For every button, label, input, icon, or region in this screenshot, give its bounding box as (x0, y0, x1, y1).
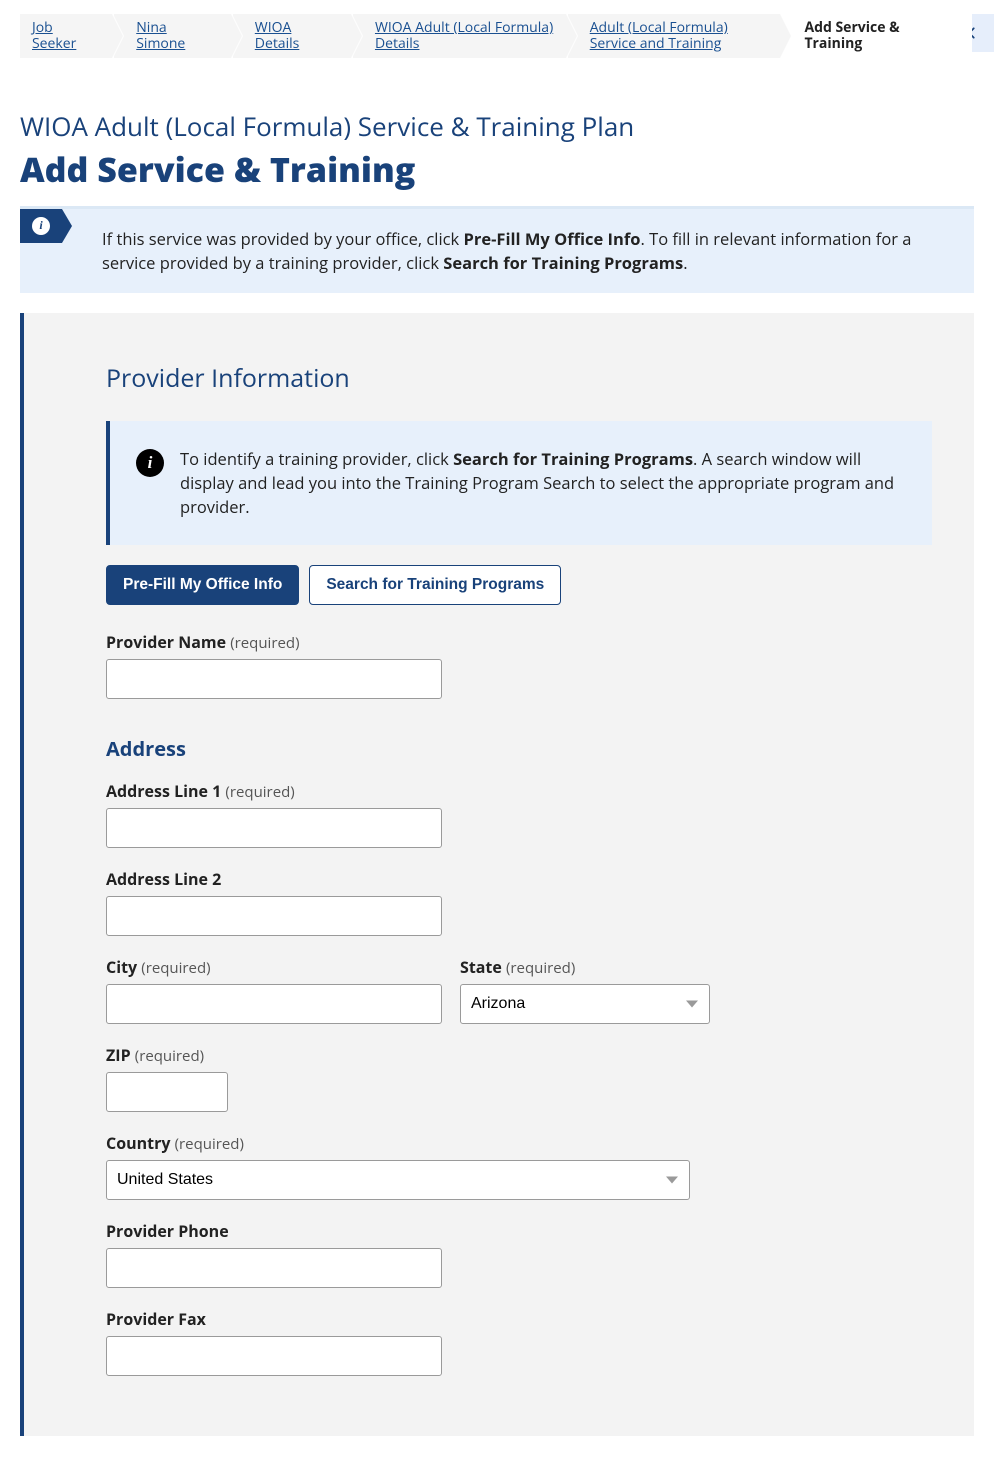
state-label: State (required) (460, 956, 710, 978)
breadcrumb-item-service-training[interactable]: Adult (Local Formula) Service and Traini… (568, 14, 781, 58)
zip-input[interactable] (106, 1072, 228, 1112)
info-banner: i If this service was provided by your o… (20, 209, 974, 293)
info-icon: i (136, 449, 164, 477)
section-address: Address (106, 735, 932, 762)
callout-text: To identify a training provider, click S… (180, 447, 906, 519)
breadcrumb-item-current: Add Service & Training (782, 14, 972, 58)
zip-label: ZIP (required) (106, 1044, 932, 1066)
address1-label: Address Line 1 (required) (106, 780, 932, 802)
page-supertitle: WIOA Adult (Local Formula) Service & Tra… (20, 108, 974, 144)
address-line-2-input[interactable] (106, 896, 442, 936)
section-provider-info: Provider Information (106, 361, 932, 395)
fax-label: Provider Fax (106, 1308, 932, 1330)
info-banner-flag: i (20, 209, 62, 243)
prefill-office-button[interactable]: Pre-Fill My Office Info (106, 565, 299, 605)
breadcrumb-item-job-seeker[interactable]: Job Seeker (20, 14, 112, 58)
breadcrumb-item-wioa-adult-details[interactable]: WIOA Adult (Local Formula) Details (353, 14, 566, 58)
page-title: Add Service & Training (20, 146, 974, 192)
address2-label: Address Line 2 (106, 868, 932, 890)
info-icon: i (32, 217, 50, 235)
country-select[interactable]: United States (106, 1160, 690, 1200)
breadcrumb-item-person[interactable]: Nina Simone (114, 14, 231, 58)
provider-fax-input[interactable] (106, 1336, 442, 1376)
phone-label: Provider Phone (106, 1220, 932, 1242)
search-training-button[interactable]: Search for Training Programs (309, 565, 561, 605)
city-label: City (required) (106, 956, 442, 978)
state-select[interactable]: Arizona (460, 984, 710, 1024)
address-line-1-input[interactable] (106, 808, 442, 848)
country-label: Country (required) (106, 1132, 932, 1154)
form-panel: Provider Information i To identify a tra… (20, 313, 974, 1436)
city-input[interactable] (106, 984, 442, 1024)
breadcrumb: Job Seeker Nina Simone WIOA Details WIOA… (20, 14, 974, 58)
provider-name-input[interactable] (106, 659, 442, 699)
provider-name-label: Provider Name (required) (106, 631, 932, 653)
provider-phone-input[interactable] (106, 1248, 442, 1288)
provider-callout: i To identify a training provider, click… (106, 421, 932, 545)
breadcrumb-item-wioa-details[interactable]: WIOA Details (233, 14, 351, 58)
banner-text: If this service was provided by your off… (102, 227, 911, 274)
